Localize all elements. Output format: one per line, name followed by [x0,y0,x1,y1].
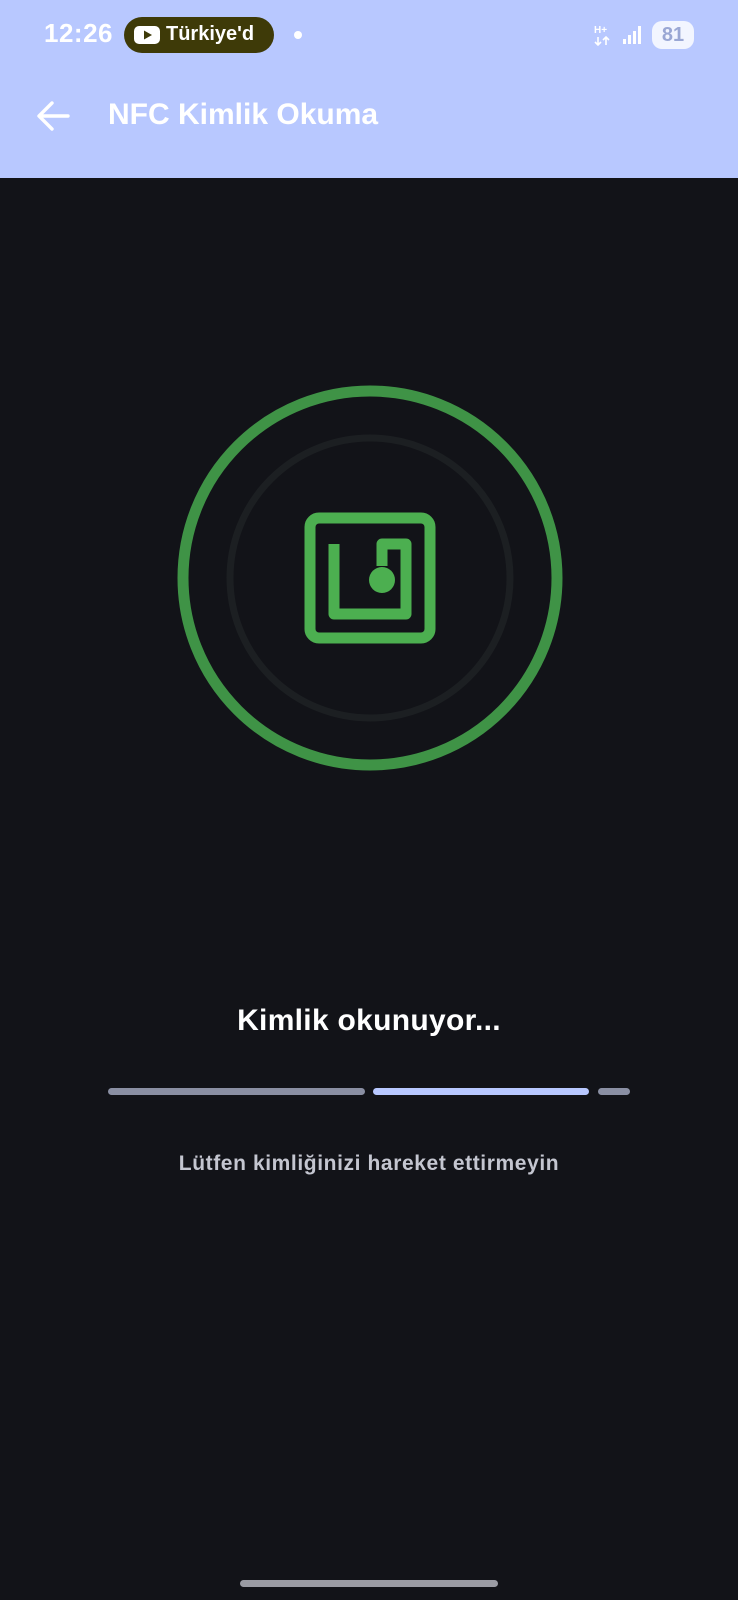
reading-progress-indicator [108,1088,630,1095]
hint-text: Lütfen kimliğinizi hareket ettirmeyin [178,1152,560,1175]
nfc-icon [304,512,436,644]
notification-dot [294,31,302,39]
youtube-notification-pill[interactable]: Türkiye'd [124,17,274,53]
reading-status-text: Kimlik okunuyor... [237,1004,501,1037]
notification-text: Türkiye'd [166,23,255,45]
network-type-icon: H+ [594,23,616,52]
back-button[interactable] [30,92,78,140]
progress-segment-completed [108,1088,365,1095]
signal-icon [622,25,642,50]
app-bar: 12:26 Türkiye'd H+ 81 NFC Kimlik Okuma [0,0,738,178]
nfc-scan-graphic [177,385,563,771]
arrow-back-icon [37,101,70,131]
youtube-icon [134,26,160,44]
home-indicator[interactable] [240,1580,498,1587]
progress-segment-pending [598,1088,630,1095]
battery-indicator: 81 [652,21,694,49]
status-time: 12:26 [44,18,113,48]
page-title: NFC Kimlik Okuma [108,98,379,131]
progress-segment-active [373,1088,589,1095]
network-label: H+ [594,25,607,36]
